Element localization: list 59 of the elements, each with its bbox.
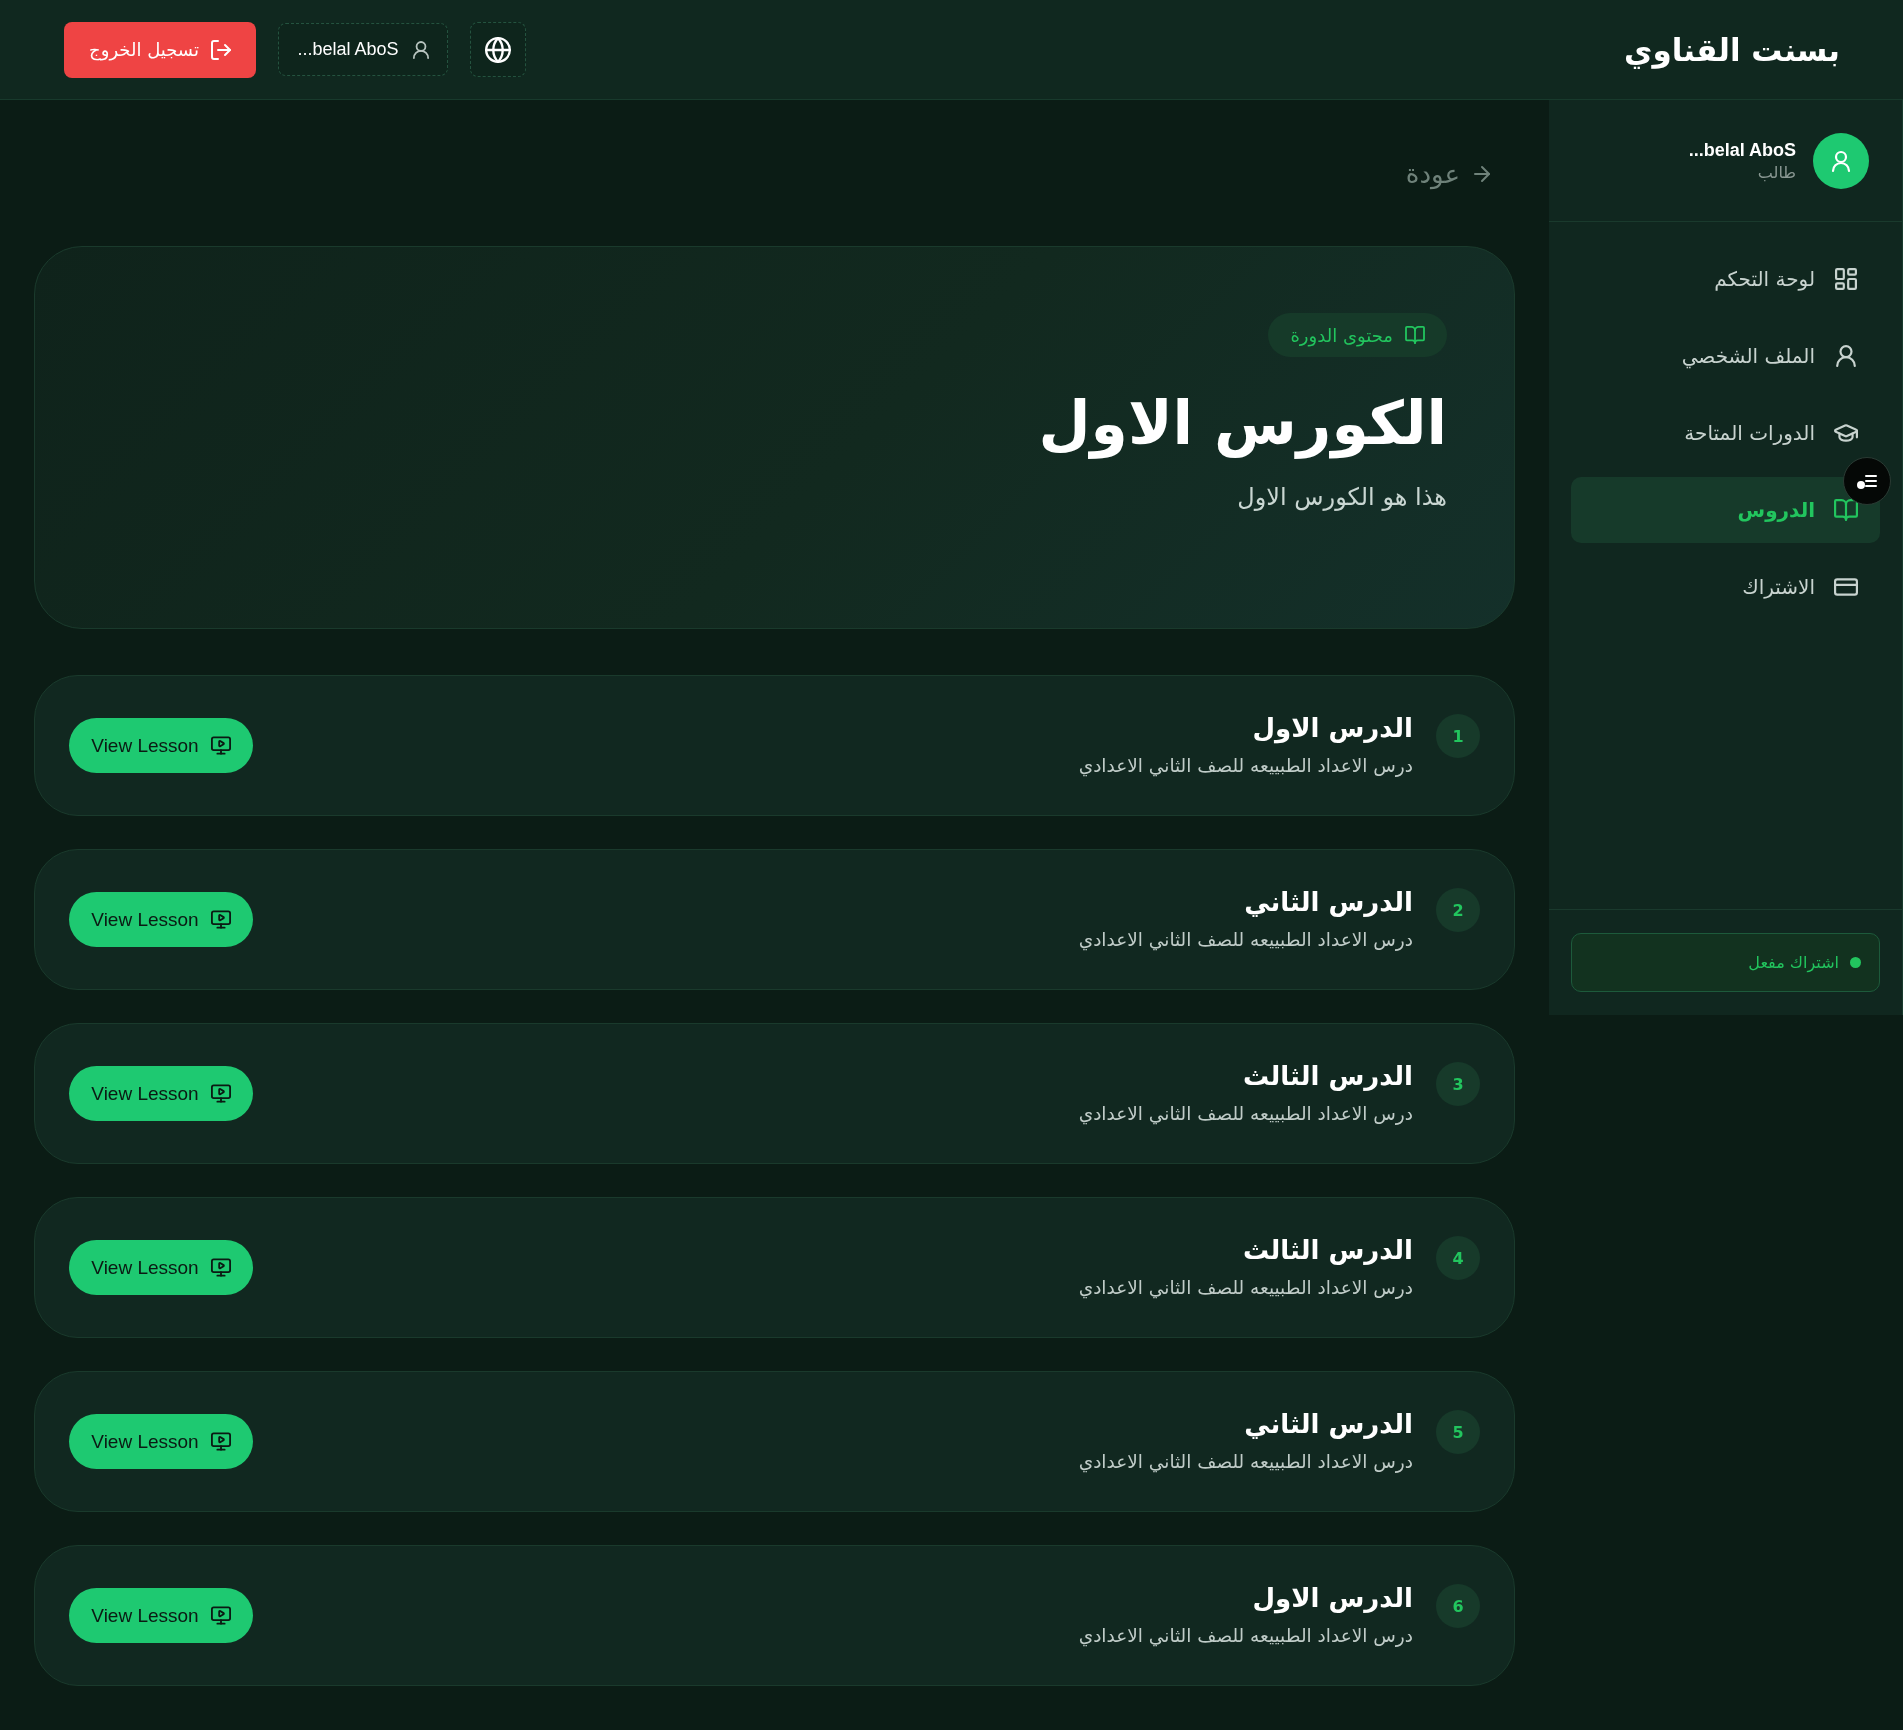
view-lesson-button[interactable]: View Lesson bbox=[69, 718, 253, 773]
lesson-title: الدرس الثاني bbox=[1243, 1408, 1413, 1441]
floating-list-button[interactable] bbox=[1843, 457, 1891, 505]
monitor-play-icon bbox=[210, 1084, 231, 1103]
lesson-description: درس الاعداد الطبييعه للصف الثاني الاعدادي bbox=[1078, 1276, 1413, 1301]
book-icon bbox=[1834, 499, 1858, 521]
grid-icon bbox=[1834, 268, 1858, 290]
view-lesson-button[interactable]: View Lesson bbox=[69, 1066, 253, 1121]
user-name: belal AboS... bbox=[1688, 139, 1796, 161]
credit-card-icon bbox=[1834, 576, 1858, 598]
sidebar-nav-item[interactable]: الاشتراك bbox=[1571, 554, 1880, 620]
lesson-description: درس الاعداد الطبييعه للصف الثاني الاعدادي bbox=[1078, 1450, 1413, 1475]
graduation-cap-icon bbox=[1834, 422, 1858, 444]
monitor-play-icon bbox=[210, 1258, 231, 1277]
lesson-title: الدرس الاول bbox=[1251, 712, 1413, 745]
tag-label: محتوى الدورة bbox=[1290, 324, 1393, 346]
logout-button[interactable]: تسجيل الخروج bbox=[64, 21, 256, 78]
sidebar-nav-item[interactable]: لوحة التحكم bbox=[1571, 246, 1880, 312]
course-title: الكورس الاول bbox=[1038, 387, 1447, 461]
lesson-number: 4 bbox=[1436, 1236, 1480, 1280]
sidebar-nav-item[interactable]: الدورات المتاحة bbox=[1571, 400, 1880, 466]
lesson-number: 2 bbox=[1436, 888, 1480, 932]
subscription-status-label: اشتراك مفعل bbox=[1748, 953, 1839, 972]
course-description: هذا هو الكورس الاول bbox=[1237, 482, 1447, 513]
lesson-title: الدرس الثالث bbox=[1242, 1060, 1413, 1093]
book-icon bbox=[1405, 326, 1425, 344]
lesson-description: درس الاعداد الطبييعه للصف الثاني الاعدادي bbox=[1078, 1102, 1413, 1127]
lesson-title: الدرس الثاني bbox=[1243, 886, 1413, 919]
lesson-number: 6 bbox=[1436, 1584, 1480, 1628]
user-icon bbox=[412, 40, 429, 59]
monitor-play-icon bbox=[210, 910, 231, 929]
view-lesson-button[interactable]: View Lesson bbox=[69, 1588, 253, 1643]
user-menu-button[interactable]: belal AboS... bbox=[278, 23, 448, 76]
user-icon bbox=[1834, 345, 1858, 367]
lesson-description: درس الاعداد الطبييعه للصف الثاني الاعدادي bbox=[1078, 1624, 1413, 1649]
monitor-play-icon bbox=[210, 1606, 231, 1625]
view-lesson-button[interactable]: View Lesson bbox=[69, 892, 253, 947]
arrow-right-icon bbox=[1474, 166, 1490, 182]
site-title: بسنت القناوي bbox=[1624, 31, 1840, 68]
lesson-title: الدرس الثالث bbox=[1242, 1234, 1413, 1267]
lesson-number: 1 bbox=[1436, 714, 1480, 758]
back-link[interactable]: عودة bbox=[1405, 158, 1490, 190]
sidebar-nav-item[interactable]: الدروس bbox=[1571, 477, 1880, 543]
avatar-icon bbox=[1813, 132, 1869, 189]
lesson-description: درس الاعداد الطبييعه للصف الثاني الاعدادي bbox=[1078, 928, 1413, 953]
globe-icon bbox=[485, 36, 511, 63]
lesson-title: الدرس الاول bbox=[1251, 1582, 1413, 1615]
lesson-description: درس الاعداد الطبييعه للصف الثاني الاعدادي bbox=[1078, 754, 1413, 779]
view-lesson-button[interactable]: View Lesson bbox=[69, 1240, 253, 1295]
lesson-number: 5 bbox=[1436, 1410, 1480, 1454]
list-icon bbox=[1857, 473, 1877, 489]
monitor-play-icon bbox=[210, 736, 231, 755]
language-button[interactable] bbox=[470, 22, 526, 77]
lesson-number: 3 bbox=[1436, 1062, 1480, 1106]
user-role: طالب bbox=[1756, 162, 1796, 182]
monitor-play-icon bbox=[210, 1432, 231, 1451]
sidebar-nav-item[interactable]: الملف الشخصي bbox=[1571, 323, 1880, 389]
view-lesson-button[interactable]: View Lesson bbox=[69, 1414, 253, 1469]
logout-icon bbox=[210, 39, 231, 60]
